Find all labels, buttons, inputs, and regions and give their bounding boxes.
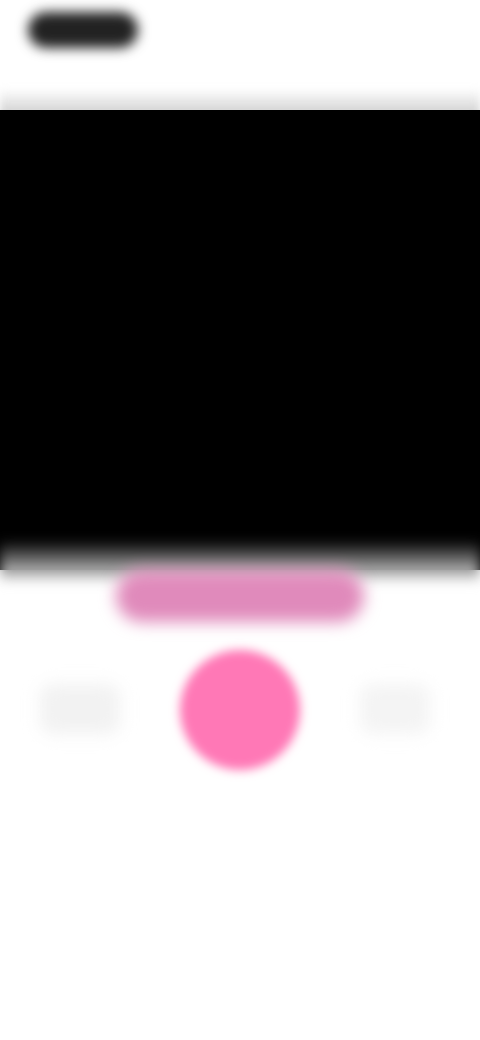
camera-screen: ▢ ● ⟲ — [0, 0, 480, 1040]
status-time-pill — [28, 12, 138, 48]
gallery-icon: ▢ — [40, 684, 120, 734]
mode-label — [116, 570, 364, 622]
shutter-button[interactable]: ● — [180, 650, 300, 770]
switch-camera-button[interactable]: ⟲ — [360, 684, 430, 734]
camera-viewfinder[interactable] — [0, 110, 480, 570]
shutter-icon: ● — [180, 650, 300, 770]
status-bar — [0, 0, 480, 118]
gallery-button[interactable]: ▢ — [40, 684, 120, 734]
camera-controls: ▢ ● ⟲ — [0, 640, 480, 780]
switch-camera-icon: ⟲ — [360, 684, 430, 734]
